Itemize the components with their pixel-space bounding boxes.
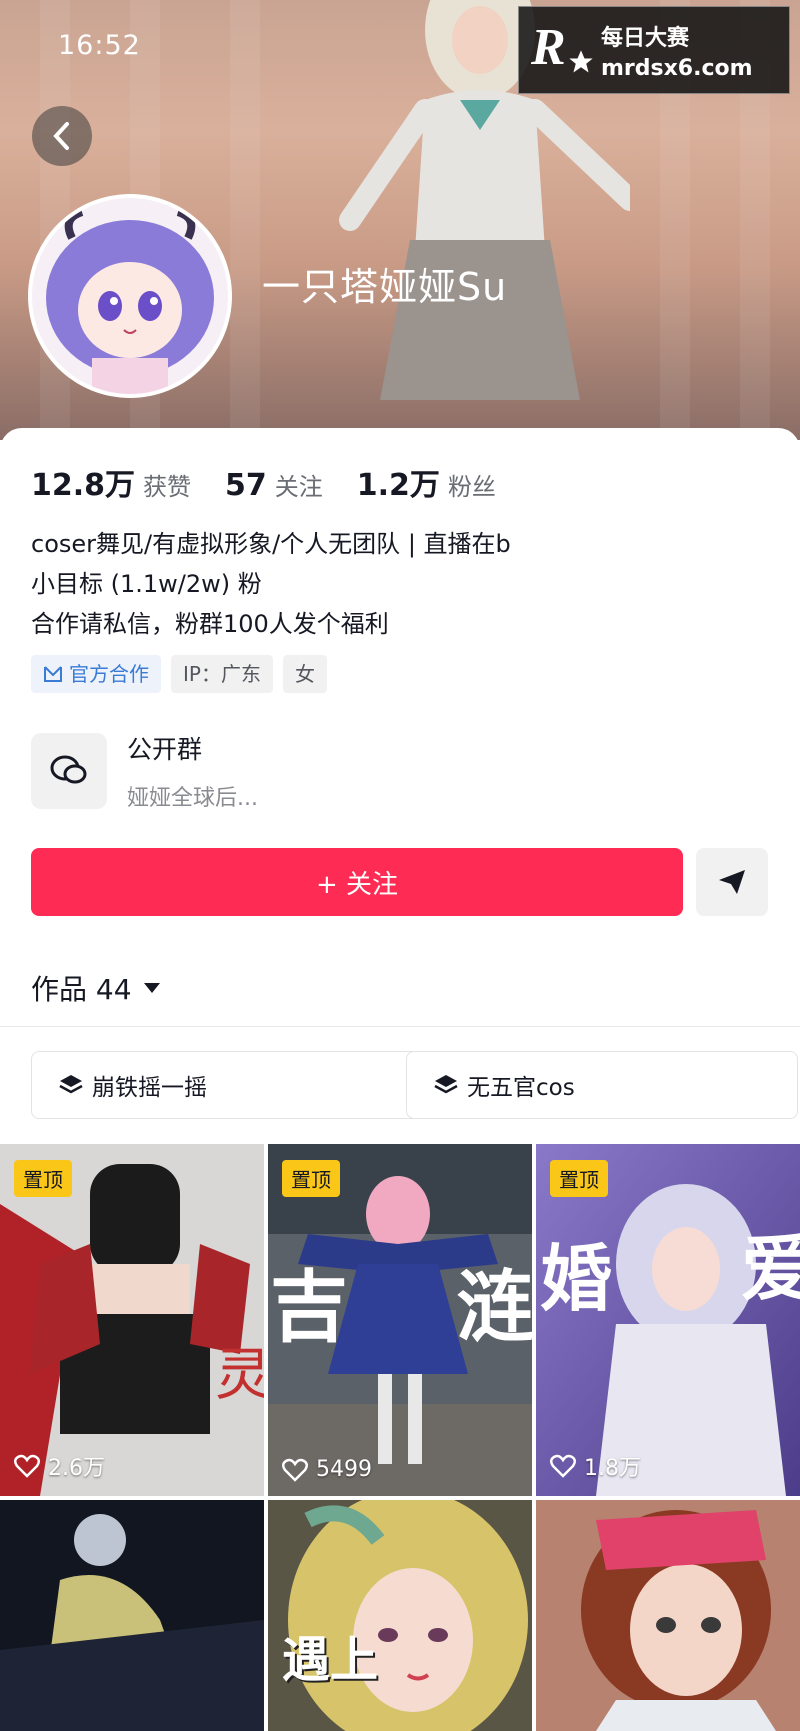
svg-text:婚: 婚	[540, 1237, 612, 1321]
status-bar-time: 16:52	[58, 30, 141, 61]
pinned-badge: 置顶	[282, 1160, 340, 1197]
group-title: 公开群	[127, 735, 203, 764]
video-likes: 1.8万	[550, 1450, 641, 1482]
video-thumbnail[interactable]: 婚 爱 置顶 1.8万	[536, 1144, 800, 1496]
svg-text:涟: 涟	[456, 1263, 532, 1353]
collection-label: 无五官cos	[467, 1075, 575, 1101]
share-button[interactable]	[696, 848, 768, 916]
pinned-badge: 置顶	[14, 1160, 72, 1197]
profile-stats: 12.8万 获赞 57 关注 1.2万 粉丝	[31, 460, 530, 504]
video-cover-image	[536, 1500, 800, 1731]
ip-location-tag: IP：广东	[171, 655, 273, 693]
followers-label: 粉丝	[447, 473, 496, 501]
video-cover-image	[0, 1500, 264, 1731]
cover-curtain-fold	[40, 0, 70, 440]
works-label: 作品 44	[31, 973, 132, 1006]
video-cover-image	[268, 1500, 532, 1731]
avatar[interactable]	[32, 198, 228, 394]
pinned-badge: 置顶	[550, 1160, 608, 1197]
profile-cover: 16:52 R 每日大赛 mrdsx6.com 一只塔娅娅Su	[0, 0, 800, 440]
svg-text:灵: 灵	[215, 1343, 264, 1408]
video-grid: 灵 置顶 2.6万 吉 涟 置顶 5499 婚 爱 置顶 1.8万 遇上	[0, 1144, 800, 1731]
collection-chip[interactable]: 无五官cos	[406, 1051, 798, 1119]
watermark-title: 每日大赛	[601, 25, 690, 51]
following-count[interactable]: 57	[225, 468, 267, 503]
chevron-left-icon	[53, 122, 69, 150]
send-icon	[719, 870, 745, 894]
cooperation-icon	[44, 666, 62, 682]
profile-tags: 官方合作 IP：广东 女	[31, 655, 327, 693]
watermark-url: mrdsx6.com	[601, 55, 753, 81]
gender-tag: 女	[282, 655, 327, 693]
star-icon	[569, 50, 593, 73]
likes-count[interactable]: 12.8万	[31, 460, 135, 504]
collection-chip[interactable]: 崩铁摇一摇	[31, 1051, 423, 1119]
follow-button[interactable]: + 关注	[31, 848, 683, 916]
bio-line: 小目标 (1.1w/2w) 粉	[31, 570, 262, 598]
group-subtitle: 娅娅全球后...	[127, 786, 258, 811]
official-cooperation-tag[interactable]: 官方合作	[31, 655, 161, 693]
followers-count[interactable]: 1.2万	[357, 460, 440, 504]
back-button[interactable]	[32, 106, 92, 166]
video-likes: 5499	[282, 1457, 372, 1482]
video-thumbnail[interactable]: 吉 涟 置顶 5499	[268, 1144, 532, 1496]
group-chat-icon	[31, 733, 107, 809]
profile-nickname: 一只塔娅娅Su	[262, 265, 508, 309]
heart-icon	[14, 1454, 40, 1478]
caret-down-icon	[143, 983, 160, 993]
following-label: 关注	[274, 473, 323, 501]
watermark-logo: R	[531, 18, 595, 82]
svg-text:爱: 爱	[741, 1227, 800, 1311]
video-thumbnail[interactable]: 遇上	[268, 1500, 532, 1731]
video-thumbnail[interactable]	[0, 1500, 264, 1731]
video-overlay-text: 遇上	[282, 1632, 379, 1688]
public-group-entry[interactable]: 公开群 娅娅全球后...	[31, 730, 258, 812]
cover-curtain-fold	[230, 0, 260, 440]
layers-icon	[58, 1073, 84, 1097]
svg-text:吉: 吉	[270, 1263, 348, 1353]
likes-label: 获赞	[143, 473, 192, 501]
layers-icon	[433, 1073, 459, 1097]
heart-icon	[550, 1454, 576, 1478]
profile-bio: coser舞见/有虚拟形象/个人无团队 | 直播在b 小目标 (1.1w/2w)…	[31, 524, 511, 644]
divider	[0, 1026, 800, 1027]
avatar-illustration	[32, 198, 228, 394]
heart-icon	[282, 1458, 308, 1482]
collection-label: 崩铁摇一摇	[92, 1075, 207, 1101]
bio-line: 合作请私信，粉群100人发个福利	[31, 610, 389, 638]
video-thumbnail[interactable]	[536, 1500, 800, 1731]
video-thumbnail[interactable]: 灵 置顶 2.6万	[0, 1144, 264, 1496]
video-likes: 2.6万	[14, 1450, 105, 1482]
watermark-badge: R 每日大赛 mrdsx6.com	[518, 6, 790, 94]
works-tab[interactable]: 作品 44	[31, 968, 160, 1008]
bio-line: coser舞见/有虚拟形象/个人无团队 | 直播在b	[31, 530, 511, 558]
